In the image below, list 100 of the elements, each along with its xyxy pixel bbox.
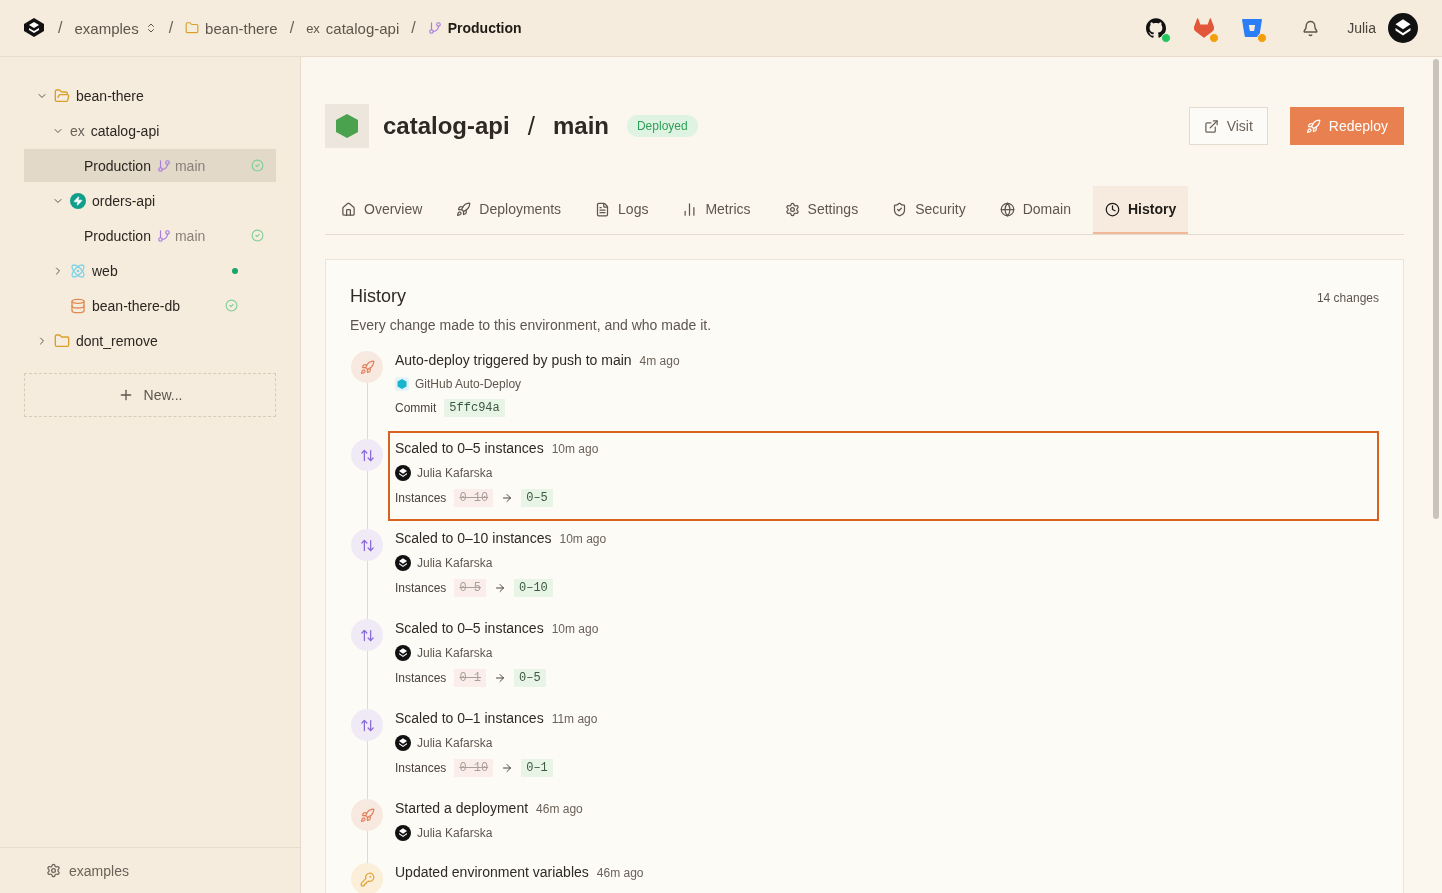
detail-label: Instances	[395, 671, 447, 685]
home-icon	[341, 201, 356, 217]
org-crumb[interactable]: examples	[74, 19, 157, 37]
environment-item[interactable]: Production main	[24, 219, 276, 252]
settings-icon[interactable]	[46, 863, 61, 878]
branch-icon	[156, 158, 171, 173]
item-label: Production	[84, 157, 151, 174]
file-icon	[595, 201, 611, 217]
event-title: Scaled to 0–5 instances	[395, 620, 544, 636]
tab[interactable]: Logs	[583, 186, 661, 234]
external-link-icon	[1203, 118, 1219, 134]
service-prefix: ex	[70, 122, 85, 139]
arrow-right-icon	[501, 492, 514, 504]
bar-chart-icon	[682, 201, 698, 217]
environment-item[interactable]: Production main	[24, 149, 276, 182]
event-title: Auto-deploy triggered by push to main	[395, 352, 632, 368]
rocket-icon	[456, 201, 472, 217]
user-avatar	[1388, 13, 1418, 43]
item-label: bean-there	[76, 87, 144, 104]
tab[interactable]: Settings	[772, 186, 871, 234]
detail-label: Instances	[395, 491, 447, 505]
user-name: Julia	[1347, 20, 1376, 36]
status-badge: Deployed	[626, 115, 698, 137]
event-time: 10m ago	[559, 532, 607, 546]
author-name: Julia Kafarska	[417, 466, 493, 480]
settings-icon	[784, 201, 800, 217]
clock-icon	[1104, 201, 1120, 217]
service-title: catalog-api	[383, 112, 510, 140]
database-icon	[70, 297, 86, 314]
event[interactable]: Scaled to 0–10 instances 10m ago Julia Kafarska Instances 0–5 0–10	[388, 521, 1379, 611]
event-time: 46m ago	[536, 802, 583, 816]
hexagon-icon	[336, 114, 358, 138]
selected-event[interactable]: Scaled to 0–5 instances 10m ago Julia Kafarska Instances 0–10 0–5	[388, 431, 1379, 521]
event[interactable]: Updated environment variables 46m ago	[388, 855, 1379, 893]
branch-icon	[427, 21, 442, 35]
github-icon[interactable]	[1146, 18, 1167, 38]
tree-item[interactable]: dont_remove	[24, 324, 276, 357]
item-label: catalog-api	[90, 122, 160, 139]
atom-icon	[70, 262, 86, 279]
separator: /	[58, 19, 63, 37]
event-time: 46m ago	[596, 866, 644, 880]
card-subtitle: Every change made to this environment, and who made it.	[350, 317, 713, 333]
new-value: 0–10	[514, 579, 553, 597]
tab[interactable]: Domain	[987, 186, 1083, 234]
card-title: History	[350, 286, 406, 307]
tab[interactable]: Overview	[329, 186, 435, 234]
tab[interactable]: Metrics	[670, 186, 763, 234]
service-crumb[interactable]: ex catalog-api	[306, 19, 400, 37]
arrows-icon	[359, 627, 375, 643]
branch-name: main	[174, 157, 206, 174]
event[interactable]: Scaled to 0–1 instances 11m ago Julia Kafarska Instances 0–10 0–1	[388, 701, 1379, 791]
item-label: dont_remove	[76, 332, 158, 349]
tab[interactable]: Deployments	[444, 186, 574, 234]
detail-label: Commit	[395, 401, 437, 415]
folder-icon	[185, 21, 200, 35]
event-title: Updated environment variables	[395, 864, 589, 880]
new-button[interactable]: New...	[24, 373, 276, 417]
event[interactable]: Started a deployment 46m ago Julia Kafarska	[388, 791, 1379, 855]
change-count: 14 changes	[1316, 291, 1379, 305]
rocket-icon	[1305, 118, 1321, 134]
old-value: 0–5	[454, 579, 486, 597]
author-name: Julia Kafarska	[417, 826, 493, 840]
tree-item[interactable]: ex catalog-api	[24, 114, 276, 147]
arrow-right-icon	[501, 762, 514, 774]
tab[interactable]: History	[1092, 186, 1189, 234]
bell-icon[interactable]	[1302, 19, 1320, 37]
separator: /	[289, 19, 295, 37]
event[interactable]: Scaled to 0–5 instances 10m ago Julia Kafarska Instances 0–1 0–5	[388, 611, 1379, 701]
visit-button[interactable]: Visit	[1188, 107, 1268, 145]
branch-name: main	[174, 227, 206, 244]
event-time: 10m ago	[551, 622, 599, 636]
folder-icon	[54, 87, 70, 104]
separator: /	[527, 110, 535, 142]
environment-crumb[interactable]: Production	[427, 20, 522, 36]
footer-label: examples	[69, 862, 129, 879]
event-time: 10m ago	[551, 442, 599, 456]
separator: /	[411, 19, 416, 37]
gitlab-icon[interactable]	[1194, 18, 1215, 38]
old-value: 0–10	[454, 489, 494, 507]
tree-item[interactable]: web	[24, 254, 276, 287]
tree-item[interactable]: bean-there	[24, 79, 276, 112]
tree-item[interactable]: bean-there-db	[24, 289, 276, 322]
logo-icon	[22, 16, 46, 40]
tab[interactable]: Security	[880, 186, 978, 234]
item-label: web	[92, 262, 118, 279]
event-title: Scaled to 0–5 instances	[395, 440, 544, 456]
scrollbar[interactable]	[1433, 59, 1439, 519]
old-value: 0–1	[454, 669, 486, 687]
folder-icon	[54, 332, 70, 349]
new-value: 0–1	[521, 759, 553, 777]
bitbucket-icon[interactable]	[1242, 18, 1263, 38]
tree-item[interactable]: orders-api	[24, 184, 276, 217]
bolt-icon	[70, 192, 86, 209]
shield-icon	[892, 201, 908, 217]
detail-label: Instances	[395, 581, 447, 595]
arrow-right-icon	[494, 582, 506, 594]
project-crumb[interactable]: bean-there	[185, 19, 278, 37]
branch-title: main	[552, 112, 609, 140]
branch-icon	[156, 228, 171, 243]
event[interactable]: Auto-deploy triggered by push to main 4m ago GitHub Auto-Deploy Commit 5ffc94a	[388, 343, 1379, 431]
